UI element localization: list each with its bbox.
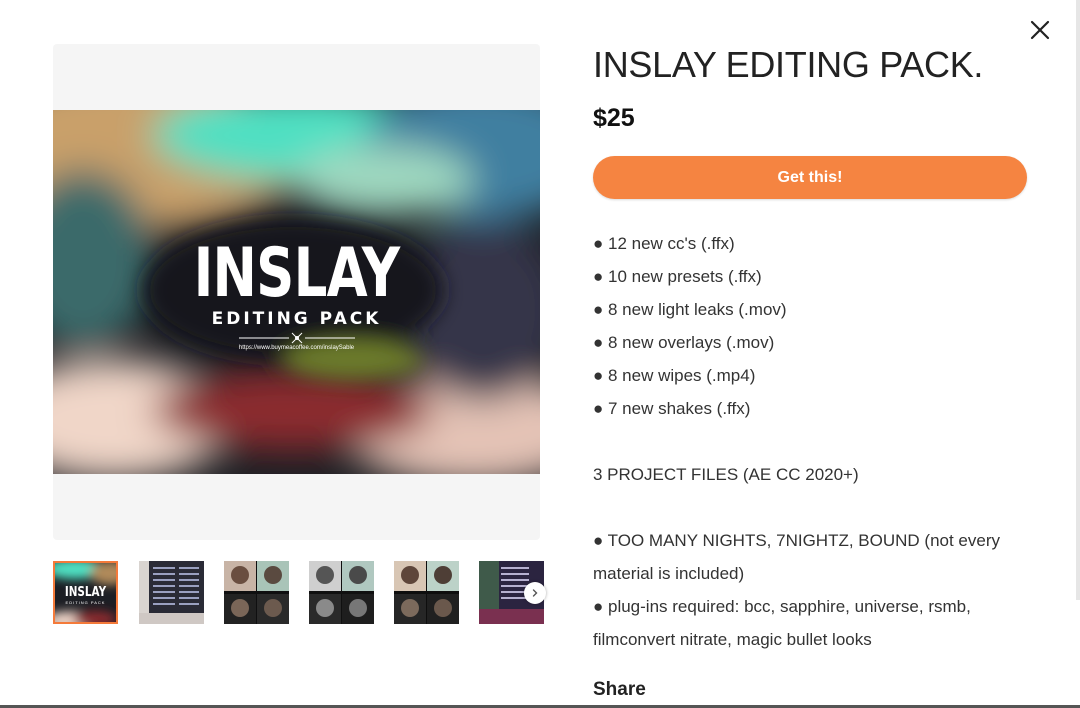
- cover-artwork: INSLAY EDITING PACK https://www.buymeaco…: [53, 110, 540, 474]
- description-line: ● 8 new light leaks (.mov): [593, 300, 787, 319]
- main-product-image[interactable]: INSLAY EDITING PACK https://www.buymeaco…: [53, 44, 540, 540]
- description-line: ● 8 new overlays (.mov): [593, 333, 775, 352]
- thumbnail-1[interactable]: INSLAY EDITING PACK: [53, 561, 118, 624]
- thumbnail-4[interactable]: [309, 561, 374, 624]
- description-line: ● 8 new wipes (.mp4): [593, 366, 756, 385]
- close-icon: [1030, 20, 1050, 40]
- chevron-right-icon: [532, 589, 538, 597]
- thumbnail-1-caption: INSLAY: [64, 585, 107, 600]
- close-button[interactable]: [1024, 14, 1056, 46]
- cover-url: https://www.buymeacoffee.com/inslaySable: [238, 345, 355, 351]
- thumbnail-1-sub: EDITING PACK: [65, 600, 106, 605]
- product-description: ● 12 new cc's (.ffx) ● 10 new presets (.…: [593, 227, 1033, 656]
- description-line: ● TOO MANY NIGHTS, 7NIGHTZ, BOUND (not e…: [593, 531, 1001, 583]
- description-line: ● 12 new cc's (.ffx): [593, 234, 735, 253]
- thumbnail-3[interactable]: [224, 561, 289, 624]
- description-line: ● 10 new presets (.ffx): [593, 267, 762, 286]
- cover-subtitle: EDITING PACK: [211, 309, 382, 329]
- cover-title: INSLAY: [193, 234, 401, 313]
- ornament-divider-icon: [239, 332, 355, 344]
- share-heading: Share: [593, 679, 646, 700]
- next-thumbnail-button[interactable]: [524, 582, 546, 604]
- get-this-button[interactable]: Get this!: [593, 156, 1027, 199]
- description-line: 3 PROJECT FILES (AE CC 2020+): [593, 465, 859, 484]
- product-title: INSLAY EDITING PACK.: [593, 44, 984, 85]
- description-line: ● plug-ins required: bcc, sapphire, univ…: [593, 597, 971, 649]
- scrollbar-track[interactable]: [1076, 0, 1080, 600]
- description-line: ● 7 new shakes (.ffx): [593, 399, 751, 418]
- thumbnail-2[interactable]: [139, 561, 204, 624]
- thumbnail-5[interactable]: [394, 561, 459, 624]
- product-price: $25: [593, 104, 635, 132]
- thumbnail-strip: INSLAY EDITING PACK: [53, 561, 544, 625]
